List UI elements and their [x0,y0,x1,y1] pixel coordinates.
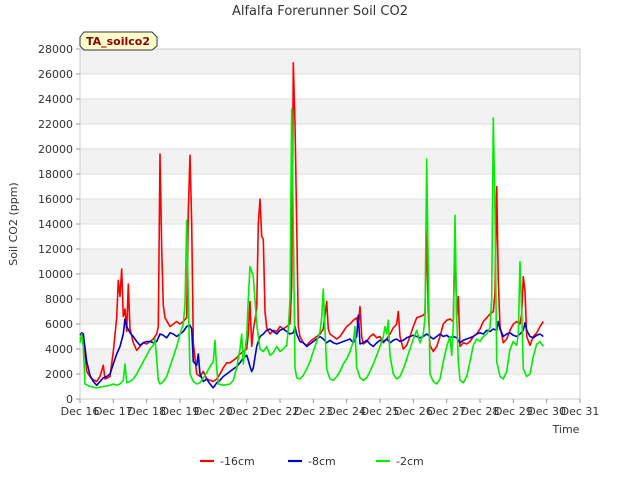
series-badge: TA_soilco2 [79,31,158,51]
plot-band [80,49,580,74]
x-tick-label: Dec 31 [561,405,600,418]
y-tick-label: 18000 [38,168,73,181]
y-tick-label: 14000 [38,218,73,231]
plot-band [80,249,580,274]
y-tick-label: 8000 [45,293,73,306]
plot-band [80,299,580,324]
y-tick-label: 6000 [45,318,73,331]
y-tick-label: 24000 [38,93,73,106]
y-axis-title: Soil CO2 (ppm) [7,182,20,265]
y-tick-label: 4000 [45,343,73,356]
y-tick-label: 10000 [38,268,73,281]
y-tick-label: 2000 [45,368,73,381]
plot-band [80,199,580,224]
chart-title: Alfalfa Forerunner Soil CO2 [232,4,408,19]
plot-band [80,149,580,174]
y-tick-label: 16000 [38,193,73,206]
legend-label: -2cm [396,455,424,468]
y-tick-label: 28000 [38,43,73,56]
badge-label: TA_soilco2 [86,35,150,48]
y-tick-label: 20000 [38,143,73,156]
plot-band [80,349,580,374]
legend-label: -16cm [220,455,255,468]
chart: 0200040006000800010000120001400016000180… [0,0,640,480]
y-tick-label: 26000 [38,68,73,81]
plot-band [80,99,580,124]
y-tick-label: 12000 [38,243,73,256]
y-tick-label: 22000 [38,118,73,131]
legend-label: -8cm [308,455,336,468]
x-axis-title: Time [552,423,580,436]
